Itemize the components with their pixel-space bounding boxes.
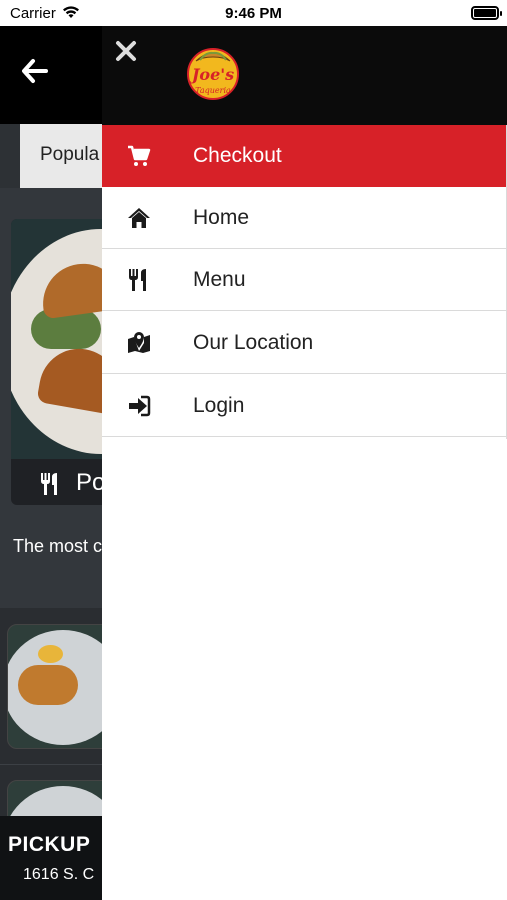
pickup-title: PICKUP [8, 833, 91, 856]
sign-in-icon [129, 395, 151, 417]
joes-taqueria-logo[interactable]: Joe's Taqueria [184, 43, 242, 101]
drawer-item-home[interactable]: Home [102, 187, 507, 249]
back-arrow-icon[interactable] [20, 56, 50, 86]
drawer-item-label: Home [193, 206, 250, 229]
utensils-icon [129, 269, 146, 291]
clock: 9:46 PM [225, 5, 282, 22]
featured-title: Po [76, 469, 106, 496]
utensils-icon [41, 473, 57, 495]
status-bar: Carrier 9:46 PM [0, 0, 507, 26]
svg-text:Taqueria: Taqueria [195, 86, 231, 95]
svg-text:Joe's: Joe's [189, 65, 234, 84]
pickup-address: 1616 S. C [23, 866, 95, 883]
close-icon[interactable] [115, 40, 137, 62]
list-item-image[interactable] [7, 624, 117, 749]
tagline-text: The most c [13, 536, 103, 556]
drawer-item-label: Our Location [193, 331, 314, 354]
drawer-item-label: Checkout [193, 144, 282, 167]
drawer-item-login[interactable]: Login [102, 375, 507, 437]
drawer-item-our-location[interactable]: Our Location [102, 312, 507, 374]
drawer-header: Joe's Taqueria [102, 26, 507, 125]
drawer-item-label: Login [193, 394, 245, 417]
battery-icon [471, 6, 502, 20]
home-icon [128, 208, 150, 228]
drawer-item-checkout[interactable]: Checkout [102, 125, 507, 187]
map-location-icon [128, 332, 150, 353]
side-drawer: Joe's Taqueria Checkout Home Menu Our Lo… [102, 26, 507, 900]
cart-icon [128, 145, 151, 166]
drawer-item-menu[interactable]: Menu [102, 249, 507, 311]
drawer-item-label: Menu [193, 268, 246, 291]
